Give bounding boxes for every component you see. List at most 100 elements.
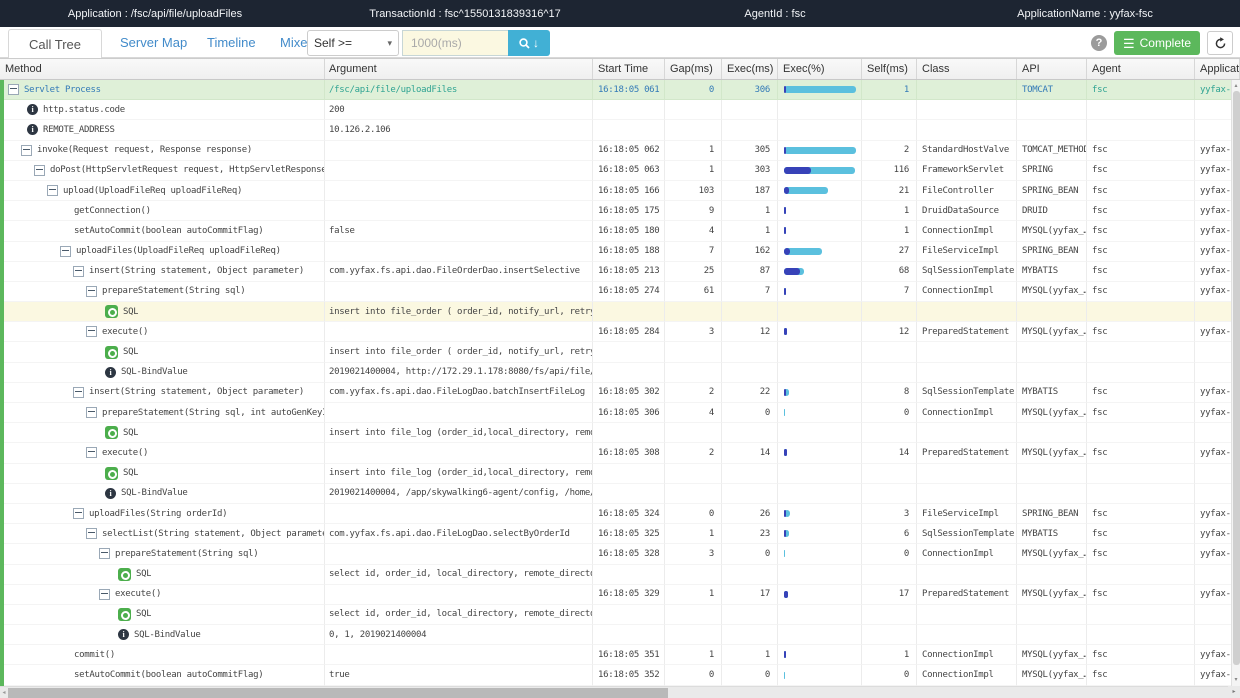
table-row[interactable]: insert(String statement, Object paramete… bbox=[0, 262, 1240, 282]
table-row[interactable]: SQLselect id, order_id, local_directory,… bbox=[0, 605, 1240, 625]
argument-cell: insert into file_log (order_id,local_dir… bbox=[325, 464, 593, 484]
table-row[interactable]: uploadFiles(String orderId)16:18:05 3240… bbox=[0, 504, 1240, 524]
agent-cell bbox=[1087, 464, 1195, 484]
start-time-cell: 16:18:05 308 bbox=[593, 443, 665, 463]
self-cell: 14 bbox=[862, 443, 917, 463]
scroll-left-arrow-icon[interactable]: ◂ bbox=[0, 687, 8, 698]
start-time-cell: 16:18:05 166 bbox=[593, 181, 665, 201]
horizontal-scroll-thumb[interactable] bbox=[8, 688, 668, 698]
tree-indent bbox=[0, 654, 74, 655]
agent-cell: fsc bbox=[1087, 665, 1195, 685]
agent-cell: fsc bbox=[1087, 181, 1195, 201]
self-time-bar bbox=[784, 248, 790, 255]
exec-pct-cell bbox=[778, 403, 862, 423]
self-cell: 68 bbox=[862, 262, 917, 282]
method-cell: iSQL-BindValue bbox=[0, 363, 325, 383]
self-time-bar bbox=[784, 389, 786, 396]
col-argument[interactable]: Argument bbox=[325, 59, 593, 79]
collapse-toggle-icon[interactable] bbox=[86, 326, 97, 337]
col-application[interactable]: Application bbox=[1195, 59, 1240, 79]
scroll-right-arrow-icon[interactable]: ▸ bbox=[1228, 686, 1240, 698]
col-gap[interactable]: Gap(ms) bbox=[665, 59, 722, 79]
col-class[interactable]: Class bbox=[917, 59, 1017, 79]
collapse-toggle-icon[interactable] bbox=[86, 528, 97, 539]
table-row[interactable]: SQLinsert into file_log (order_id,local_… bbox=[0, 464, 1240, 484]
self-cell bbox=[862, 605, 917, 625]
table-row[interactable]: uploadFiles(UploadFileReq uploadFileReq)… bbox=[0, 242, 1240, 262]
col-self[interactable]: Self(ms) bbox=[862, 59, 917, 79]
self-time-bar bbox=[784, 207, 786, 214]
self-filter-select[interactable]: Self >= ▾ bbox=[307, 30, 399, 56]
start-time-cell: 16:18:05 175 bbox=[593, 201, 665, 221]
table-row[interactable]: selectList(String statement, Object para… bbox=[0, 524, 1240, 544]
tab-timeline[interactable]: Timeline bbox=[207, 35, 256, 50]
table-row[interactable]: setAutoCommit(boolean autoCommitFlag)tru… bbox=[0, 665, 1240, 685]
table-row[interactable]: execute()16:18:05 30821414PreparedStatem… bbox=[0, 443, 1240, 463]
table-row[interactable]: commit()16:18:05 351111ConnectionImplMYS… bbox=[0, 645, 1240, 665]
col-agent[interactable]: Agent bbox=[1087, 59, 1195, 79]
help-icon[interactable]: ? bbox=[1091, 35, 1107, 51]
exec-pct-cell bbox=[778, 665, 862, 685]
table-row[interactable]: prepareStatement(String sql, int autoGen… bbox=[0, 403, 1240, 423]
collapse-toggle-icon[interactable] bbox=[73, 266, 84, 277]
table-row[interactable]: setAutoCommit(boolean autoCommitFlag)fal… bbox=[0, 221, 1240, 241]
scroll-down-arrow-icon[interactable]: ▾ bbox=[1232, 675, 1240, 685]
collapse-toggle-icon[interactable] bbox=[47, 185, 58, 196]
refresh-button[interactable] bbox=[1207, 31, 1233, 55]
table-row[interactable]: upload(UploadFileReq uploadFileReq)16:18… bbox=[0, 181, 1240, 201]
method-cell: SQL bbox=[0, 565, 325, 585]
table-row[interactable]: iSQL-BindValue0, 1, 2019021400004 bbox=[0, 625, 1240, 645]
collapse-toggle-icon[interactable] bbox=[86, 286, 97, 297]
complete-button[interactable]: ☰ Complete bbox=[1114, 31, 1200, 55]
collapse-toggle-icon[interactable] bbox=[99, 548, 110, 559]
table-row[interactable]: SQLinsert into file_order ( order_id, no… bbox=[0, 302, 1240, 322]
collapse-toggle-icon[interactable] bbox=[86, 447, 97, 458]
col-exec-pct[interactable]: Exec(%) bbox=[778, 59, 862, 79]
tab-server-map[interactable]: Server Map bbox=[120, 35, 187, 50]
table-row[interactable]: prepareStatement(String sql)16:18:05 328… bbox=[0, 544, 1240, 564]
table-row[interactable]: insert(String statement, Object paramete… bbox=[0, 383, 1240, 403]
method-label: insert(String statement, Object paramete… bbox=[89, 266, 304, 276]
table-row[interactable]: prepareStatement(String sql)16:18:05 274… bbox=[0, 282, 1240, 302]
api-cell bbox=[1017, 484, 1087, 504]
table-row[interactable]: iREMOTE_ADDRESS10.126.2.106 bbox=[0, 120, 1240, 140]
table-row[interactable]: iSQL-BindValue2019021400004, http://172.… bbox=[0, 363, 1240, 383]
vertical-scroll-thumb[interactable] bbox=[1233, 91, 1240, 665]
tab-call-tree[interactable]: Call Tree bbox=[8, 29, 102, 59]
threshold-input[interactable] bbox=[402, 30, 508, 56]
start-time-cell: 16:18:05 306 bbox=[593, 403, 665, 423]
table-row[interactable]: SQLinsert into file_order ( order_id, no… bbox=[0, 342, 1240, 362]
col-method[interactable]: Method bbox=[0, 59, 325, 79]
vertical-scrollbar[interactable]: ▴ ▾ bbox=[1231, 80, 1240, 686]
argument-cell: true bbox=[325, 665, 593, 685]
collapse-toggle-icon[interactable] bbox=[73, 387, 84, 398]
table-row[interactable]: SQLselect id, order_id, local_directory,… bbox=[0, 565, 1240, 585]
table-row[interactable]: getConnection()16:18:05 175911DruidDataS… bbox=[0, 201, 1240, 221]
table-row[interactable]: execute()16:18:05 28431212PreparedStatem… bbox=[0, 322, 1240, 342]
table-row[interactable]: ihttp.status.code200 bbox=[0, 100, 1240, 120]
collapse-toggle-icon[interactable] bbox=[73, 508, 84, 519]
table-row[interactable]: iSQL-BindValue2019021400004, /app/skywal… bbox=[0, 484, 1240, 504]
col-api[interactable]: API bbox=[1017, 59, 1087, 79]
collapse-toggle-icon[interactable] bbox=[8, 84, 19, 95]
collapse-toggle-icon[interactable] bbox=[99, 589, 110, 600]
table-row[interactable]: invoke(Request request, Response respons… bbox=[0, 141, 1240, 161]
horizontal-scrollbar[interactable]: ◂ bbox=[0, 686, 1240, 698]
gap-cell: 1 bbox=[665, 524, 722, 544]
collapse-toggle-icon[interactable] bbox=[86, 407, 97, 418]
scroll-up-arrow-icon[interactable]: ▴ bbox=[1232, 81, 1240, 91]
collapse-toggle-icon[interactable] bbox=[60, 246, 71, 257]
collapse-toggle-icon[interactable] bbox=[34, 165, 45, 176]
table-row[interactable]: Servlet Process/fsc/api/file/uploadFiles… bbox=[0, 80, 1240, 100]
api-cell: MYSQL(yyfax_… bbox=[1017, 403, 1087, 423]
search-button[interactable]: ↓ bbox=[508, 30, 550, 56]
col-start-time[interactable]: Start Time bbox=[593, 59, 665, 79]
collapse-toggle-icon[interactable] bbox=[21, 145, 32, 156]
agent-cell: fsc bbox=[1087, 221, 1195, 241]
table-row[interactable]: SQLinsert into file_log (order_id,local_… bbox=[0, 423, 1240, 443]
table-row[interactable]: execute()16:18:05 32911717PreparedStatem… bbox=[0, 585, 1240, 605]
method-label: prepareStatement(String sql, int autoGen… bbox=[102, 408, 324, 418]
col-exec[interactable]: Exec(ms) bbox=[722, 59, 778, 79]
table-row[interactable]: doPost(HttpServletRequest request, HttpS… bbox=[0, 161, 1240, 181]
exec-pct-cell bbox=[778, 322, 862, 342]
